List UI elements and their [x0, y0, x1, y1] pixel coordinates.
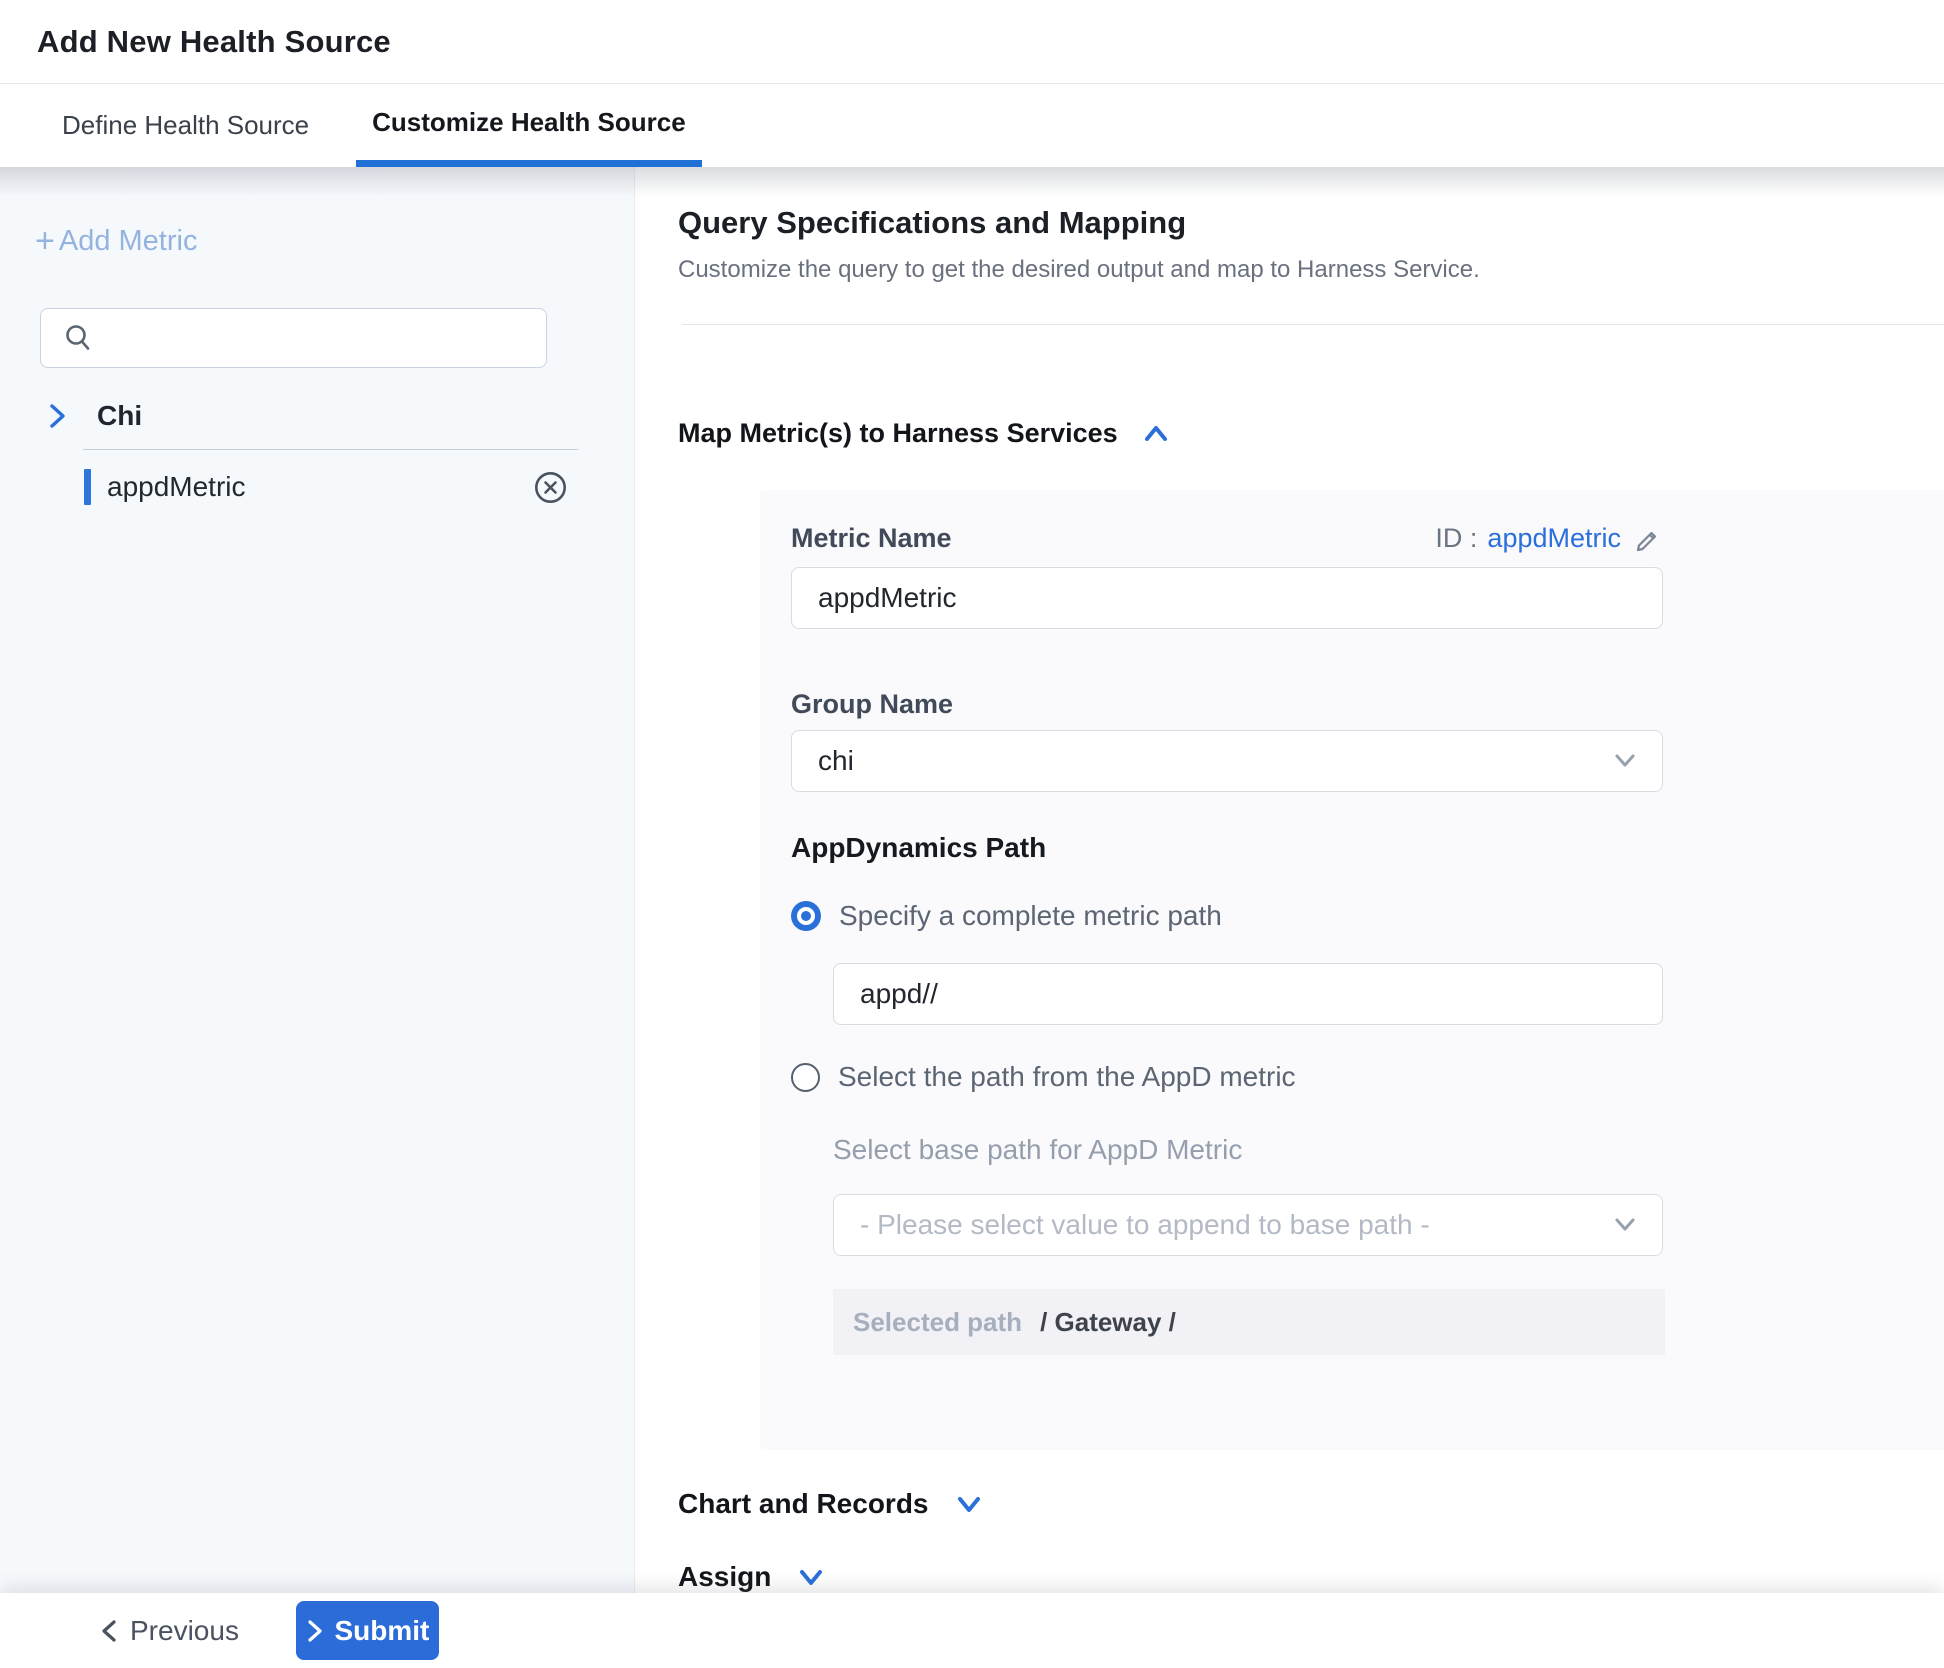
chart-and-records-toggle[interactable]: Chart and Records — [678, 1488, 985, 1520]
selected-metric-accent-bar — [84, 469, 91, 505]
tab-customize-health-source[interactable]: Customize Health Source — [356, 84, 702, 167]
section-title: Query Specifications and Mapping — [678, 205, 1944, 241]
search-icon — [63, 323, 93, 353]
metric-name-label: Metric Name — [791, 523, 952, 554]
group-name-select[interactable]: chi — [791, 730, 1663, 792]
remove-metric-button[interactable] — [534, 471, 567, 504]
complete-metric-path-input[interactable] — [833, 963, 1663, 1025]
dialog-header: Add New Health Source — [0, 0, 1944, 84]
edit-pencil-icon[interactable] — [1633, 524, 1663, 554]
radio-unselected-icon — [791, 1063, 820, 1092]
submit-button[interactable]: Submit — [296, 1601, 439, 1660]
group-label: Chi — [97, 400, 142, 432]
page-title: Add New Health Source — [37, 24, 391, 60]
main-panel: Query Specifications and Mapping Customi… — [635, 167, 1944, 1593]
chevron-right-icon — [47, 403, 67, 429]
metric-item-label: appdMetric — [107, 471, 246, 503]
previous-button[interactable]: Previous — [98, 1615, 239, 1647]
add-metric-label: Add Metric — [59, 225, 198, 258]
radio-complete-metric-path-label: Specify a complete metric path — [839, 900, 1222, 932]
selected-path-bar: Selected path / Gateway / — [833, 1289, 1665, 1355]
metric-name-input[interactable] — [791, 567, 1663, 629]
id-label: ID : — [1435, 523, 1477, 554]
map-metrics-section-toggle[interactable]: Map Metric(s) to Harness Services — [678, 418, 1172, 449]
base-path-placeholder: - Please select value to append to base … — [860, 1209, 1430, 1241]
map-metrics-heading: Map Metric(s) to Harness Services — [678, 418, 1118, 449]
chart-and-records-heading: Chart and Records — [678, 1488, 929, 1520]
metric-search-input[interactable] — [107, 309, 546, 367]
radio-select-appd-path[interactable]: Select the path from the AppD metric — [791, 1061, 1944, 1093]
appdynamics-path-heading: AppDynamics Path — [791, 832, 1944, 864]
x-circle-icon — [534, 471, 567, 504]
base-path-select[interactable]: - Please select value to append to base … — [833, 1194, 1663, 1256]
radio-complete-metric-path[interactable]: Specify a complete metric path — [791, 900, 1944, 932]
map-metrics-form-panel: Metric Name ID : appdMetric Group Name c… — [760, 490, 1944, 1450]
sidebar-group-chi[interactable]: Chi — [47, 400, 634, 432]
tab-bar: Define Health Source Customize Health So… — [0, 84, 1944, 167]
chevron-right-icon — [305, 1618, 325, 1644]
chevron-up-icon — [1140, 422, 1172, 446]
chevron-down-icon — [795, 1565, 827, 1589]
id-value-link[interactable]: appdMetric — [1487, 523, 1621, 554]
section-subtitle: Customize the query to get the desired o… — [678, 256, 1944, 284]
chevron-down-icon — [1610, 1214, 1640, 1236]
metrics-sidebar: + Add Metric Chi appdMetric — [0, 167, 635, 1593]
section-divider — [682, 324, 1944, 325]
chevron-down-icon — [1610, 750, 1640, 772]
assign-toggle[interactable]: Assign — [678, 1561, 827, 1593]
base-path-label: Select base path for AppD Metric — [833, 1134, 1944, 1166]
chevron-left-icon — [98, 1618, 120, 1644]
add-metric-button[interactable]: + Add Metric — [35, 225, 197, 258]
assign-heading: Assign — [678, 1561, 771, 1593]
previous-button-label: Previous — [130, 1615, 239, 1647]
dialog-footer: Previous Submit — [0, 1593, 1944, 1668]
group-name-value: chi — [818, 745, 854, 777]
radio-select-appd-path-label: Select the path from the AppD metric — [838, 1061, 1296, 1093]
sidebar-divider — [83, 449, 578, 450]
selected-path-value: / Gateway / — [1040, 1307, 1176, 1338]
sidebar-metric-item-appdmetric[interactable]: appdMetric — [0, 459, 634, 515]
metric-search-box[interactable] — [40, 308, 547, 368]
dialog-body: + Add Metric Chi appdMetric — [0, 167, 1944, 1593]
plus-icon: + — [35, 227, 55, 256]
chevron-down-icon — [953, 1492, 985, 1516]
tab-define-health-source[interactable]: Define Health Source — [62, 84, 309, 167]
selected-path-label: Selected path — [853, 1307, 1022, 1338]
radio-selected-icon — [791, 901, 821, 931]
submit-button-label: Submit — [334, 1615, 429, 1647]
group-name-label: Group Name — [791, 689, 1944, 720]
add-health-source-dialog: Add New Health Source Define Health Sour… — [0, 0, 1944, 1668]
